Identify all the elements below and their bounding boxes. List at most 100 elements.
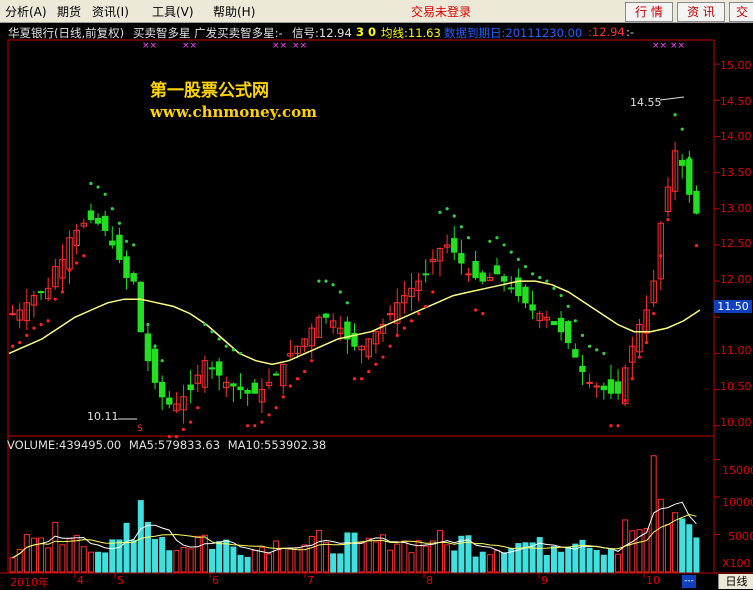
volume-bar <box>194 535 201 573</box>
candle <box>465 273 472 276</box>
candle <box>94 217 102 224</box>
signal-dot <box>637 355 642 359</box>
volume-bar <box>387 549 394 573</box>
signal-dot <box>424 304 428 309</box>
signal-dot <box>67 268 72 272</box>
time-label: 8 <box>426 574 433 587</box>
candle <box>593 385 600 388</box>
volume-bar <box>137 500 144 573</box>
signal-dot <box>89 181 93 186</box>
volume-bar <box>144 521 151 573</box>
signal-dot <box>238 351 243 356</box>
signal-dot <box>495 236 499 240</box>
volume-bar <box>266 553 273 573</box>
volume-bar <box>586 547 593 573</box>
candle <box>215 361 223 376</box>
signal-dot <box>409 319 414 323</box>
signal-dot <box>566 304 570 309</box>
signal-dot <box>324 279 328 283</box>
signal-dot <box>694 244 699 248</box>
signal-dot <box>438 210 442 214</box>
volume-bar <box>209 548 216 573</box>
candle <box>9 313 16 316</box>
volume-bar <box>273 540 280 573</box>
candle <box>237 386 244 391</box>
signal-dot <box>246 424 250 428</box>
volume-value: VOLUME:439495.00 <box>7 438 122 452</box>
candle <box>130 273 137 282</box>
signal-mark: ×× <box>670 41 685 51</box>
time-label: 6 <box>212 574 219 587</box>
signal-mark: ×× <box>142 41 157 51</box>
candle <box>208 367 216 370</box>
signal-dot <box>509 250 513 254</box>
volume-bar <box>344 532 351 573</box>
signal-dot <box>516 257 520 261</box>
signal-dot <box>146 322 150 327</box>
signal-dot <box>295 377 300 381</box>
volume-bar <box>600 554 607 573</box>
signal-dot <box>253 424 257 428</box>
candle <box>137 281 144 333</box>
candle <box>614 381 622 394</box>
signal-dot <box>402 326 406 330</box>
signal-dot <box>18 340 22 345</box>
signal-dot <box>10 344 15 348</box>
signal-mark: ×× <box>652 41 667 51</box>
candle <box>151 348 159 383</box>
volume-bar <box>422 545 429 573</box>
volume-bar <box>223 539 230 573</box>
volume-bar <box>109 539 116 573</box>
signal-dot <box>630 377 634 381</box>
signal-dot <box>609 424 613 428</box>
kline-chart: ×× ×× ×× ×× ×× ×× <box>0 39 753 578</box>
volume-bar <box>479 551 486 573</box>
price-panel-frame <box>7 39 715 437</box>
price-tick: 15.00 <box>720 59 752 72</box>
candle <box>230 383 237 387</box>
signal-dot <box>445 207 449 211</box>
volume-bar <box>166 550 173 573</box>
volume-bar <box>237 554 244 573</box>
candle <box>144 333 152 362</box>
price-tick: 11.00 <box>720 344 752 357</box>
candle <box>422 273 429 276</box>
signal-dot <box>673 113 677 117</box>
volume-bar <box>45 547 52 573</box>
low-annotation: 10.11 <box>87 410 119 423</box>
current-price-badge: 11.50 <box>714 300 752 313</box>
time-label: 5 <box>117 574 124 587</box>
price-tick: 10.50 <box>720 380 752 393</box>
volume-bar <box>543 554 550 573</box>
volume-bar <box>550 546 557 573</box>
candle <box>529 304 536 311</box>
volume-bar <box>436 530 443 573</box>
signal-mark: ×× <box>182 41 197 51</box>
candle <box>109 240 116 246</box>
time-label: 10 <box>646 574 660 587</box>
candle <box>479 272 486 282</box>
signal-dot <box>160 359 164 363</box>
candle <box>158 381 166 398</box>
volume-bar <box>558 551 565 573</box>
high-arrow <box>659 96 685 101</box>
time-label: 4 <box>77 574 84 587</box>
volume-bar <box>358 542 365 573</box>
high-annotation: 14.55 <box>630 96 662 109</box>
volume-tick: 15000 <box>722 464 753 477</box>
candle <box>272 373 280 376</box>
candle <box>579 365 586 373</box>
signal-dot <box>545 279 549 283</box>
price-tick: 10.00 <box>720 416 752 429</box>
volume-bar <box>323 541 329 573</box>
signal-dot <box>124 239 129 243</box>
period-daily-button[interactable]: 日线 <box>718 574 753 589</box>
volume-bar <box>66 538 73 573</box>
signal-dot <box>288 384 292 388</box>
signal-dot <box>360 377 364 381</box>
volume-bar <box>123 522 130 573</box>
signal-dot <box>523 265 528 269</box>
volume-bar <box>216 541 223 573</box>
signal-dot <box>267 413 271 417</box>
price-tick: 12.50 <box>720 237 752 250</box>
